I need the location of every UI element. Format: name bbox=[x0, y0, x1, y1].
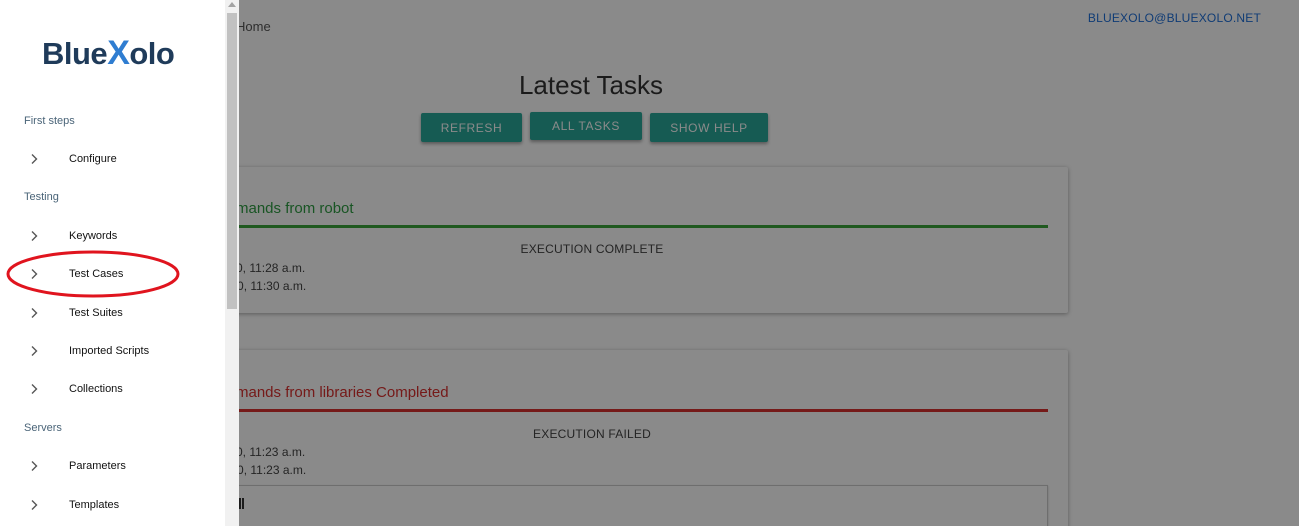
sidebar-item-parameters[interactable]: Parameters bbox=[0, 453, 225, 479]
sidebar-drawer: BlueXolo First steps Configure Testing K… bbox=[0, 0, 225, 526]
section-servers: Servers bbox=[24, 422, 62, 434]
sidebar-item-label: Test Cases bbox=[69, 268, 124, 280]
sidebar-item-configure[interactable]: Configure bbox=[0, 146, 225, 172]
sidebar-item-label: Configure bbox=[69, 153, 117, 165]
sidebar-item-label: Test Suites bbox=[69, 307, 123, 319]
logo-text-olo: olo bbox=[129, 36, 175, 71]
sidebar-item-keywords[interactable]: Keywords bbox=[0, 223, 225, 249]
chevron-right-icon bbox=[31, 461, 38, 471]
chevron-right-icon bbox=[31, 500, 38, 510]
chevron-right-icon bbox=[31, 384, 38, 394]
section-first-steps: First steps bbox=[24, 115, 75, 127]
sidebar-item-test-cases[interactable]: Test Cases bbox=[0, 261, 225, 287]
sidebar-scrollbar[interactable] bbox=[225, 0, 239, 526]
chevron-right-icon bbox=[31, 346, 38, 356]
logo-text-blue: Blue bbox=[42, 36, 108, 71]
section-testing: Testing bbox=[24, 191, 59, 203]
scroll-up-arrow-icon[interactable] bbox=[228, 2, 236, 7]
chevron-right-icon bbox=[31, 269, 38, 279]
sidebar-item-imported-scripts[interactable]: Imported Scripts bbox=[0, 338, 225, 364]
sidebar-item-label: Templates bbox=[69, 499, 120, 511]
chevron-right-icon bbox=[31, 231, 38, 241]
sidebar-item-collections[interactable]: Collections bbox=[0, 376, 225, 402]
sidebar-item-label: Keywords bbox=[69, 230, 118, 242]
bluexolo-logo[interactable]: BlueXolo bbox=[42, 34, 175, 73]
sidebar-item-test-suites[interactable]: Test Suites bbox=[0, 300, 225, 326]
sidebar-item-templates[interactable]: Templates bbox=[0, 492, 225, 518]
sidebar-item-label: Collections bbox=[69, 383, 123, 395]
chevron-right-icon bbox=[31, 154, 38, 164]
chevron-right-icon bbox=[31, 308, 38, 318]
sidebar-item-label: Parameters bbox=[69, 460, 126, 472]
logo-text-x: X bbox=[107, 34, 130, 72]
scrollbar-thumb[interactable] bbox=[227, 13, 237, 309]
sidebar-item-label: Imported Scripts bbox=[69, 345, 150, 357]
